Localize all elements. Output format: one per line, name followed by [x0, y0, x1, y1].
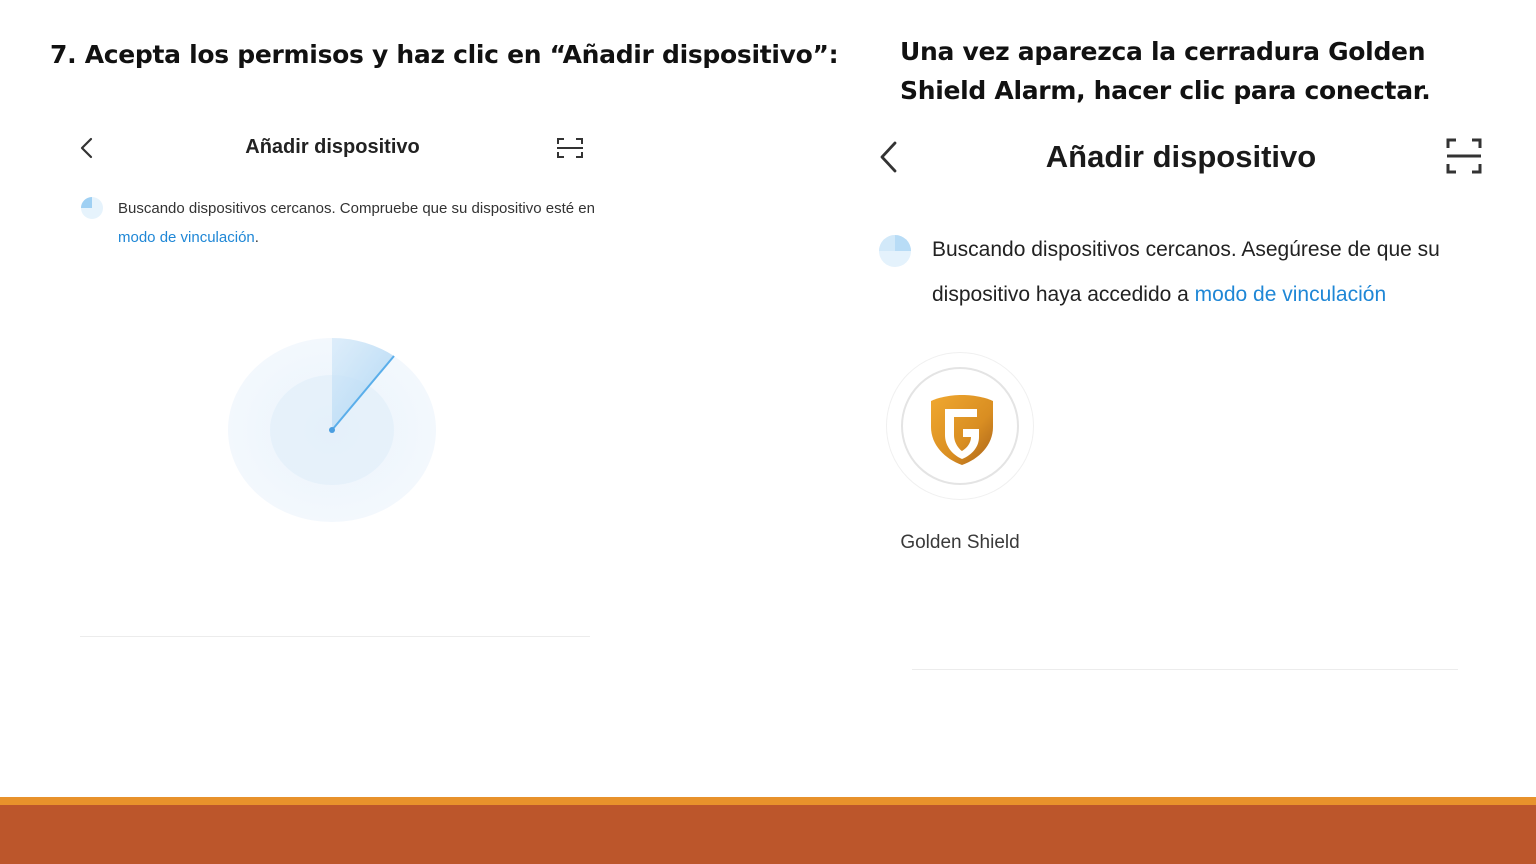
footer-bar	[0, 805, 1536, 864]
page-title: Añadir dispositivo	[1045, 139, 1317, 174]
side-heading: Una vez aparezca la cerradura Golden Shi…	[900, 37, 1431, 105]
chevron-left-icon[interactable]	[876, 140, 902, 174]
message-text: Buscando dispositivos cercanos. Comprueb…	[118, 200, 595, 217]
accent-bar	[0, 797, 1536, 805]
message-end: .	[254, 229, 259, 246]
device-name: Golden Shield	[900, 532, 1020, 553]
step-heading: 7. Acepta los permisos y haz clic en “Añ…	[50, 40, 839, 69]
status-message: Buscando dispositivos cercanos. Asegúres…	[932, 227, 1492, 317]
status-message: Buscando dispositivos cercanos. Comprueb…	[118, 194, 598, 252]
right-screenshot: Añadir dispositivo Buscando dispositivos…	[862, 120, 1512, 680]
radar-scan-icon	[228, 337, 436, 522]
loading-spinner-icon	[81, 197, 103, 219]
loading-spinner-icon	[879, 235, 911, 267]
pairing-mode-link[interactable]: modo de vinculación	[1195, 283, 1386, 306]
golden-shield-logo-icon	[931, 395, 993, 465]
scan-icon[interactable]	[1446, 138, 1482, 174]
divider	[80, 636, 590, 637]
page-title: Añadir dispositivo	[245, 136, 420, 158]
pairing-mode-link[interactable]: modo de vinculación	[118, 229, 255, 246]
left-screenshot: Añadir dispositivo Buscando dispositivos…	[60, 118, 600, 648]
scan-icon[interactable]	[556, 136, 584, 160]
device-card-golden-shield[interactable]	[886, 352, 1034, 500]
divider	[912, 669, 1458, 670]
device-avatar	[901, 367, 1019, 485]
